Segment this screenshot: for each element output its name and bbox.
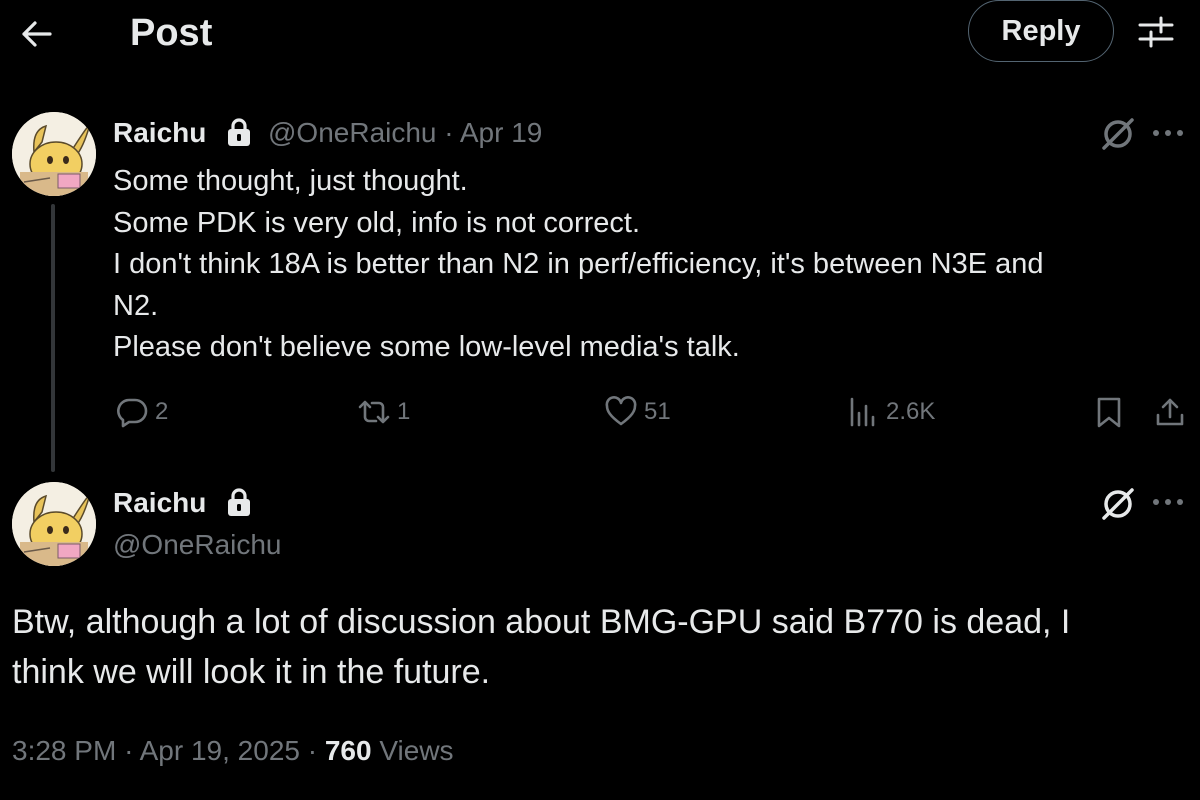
grok-icon[interactable] (1098, 484, 1138, 524)
repost-count: 1 (397, 398, 411, 425)
comment-icon (117, 398, 148, 428)
post-text-line: Some PDK is very old, info is not correc… (113, 206, 641, 239)
author-name[interactable]: Raichu (113, 116, 206, 150)
post-time[interactable]: 3:28 PM (12, 735, 116, 766)
author-meta: @OneRaichu · Apr 19 (268, 116, 542, 150)
author-handle[interactable]: @OneRaichu (113, 528, 282, 562)
reply-count: 2 (155, 398, 169, 425)
reply-action[interactable]: 2 (115, 395, 168, 429)
views-count: 2.6K (886, 398, 936, 425)
separator-dot: · (444, 117, 460, 148)
bookmark-button[interactable] (1092, 395, 1132, 429)
author-name[interactable]: Raichu (113, 486, 206, 520)
bookmark-icon (1097, 397, 1121, 428)
post-text-line: I don't think 18A is better than N2 in p… (113, 248, 1044, 280)
separator-dot: · (124, 735, 140, 766)
post-text-line: Please don't believe some low-level medi… (113, 331, 740, 363)
author-handle[interactable]: @OneRaichu (268, 117, 437, 148)
page-title: Post (130, 12, 213, 54)
heart-icon (605, 396, 637, 426)
post-text: Some thought, just thought. Some PDK is … (113, 161, 1188, 369)
views-count[interactable]: 760 (325, 735, 372, 766)
thread-line (51, 204, 55, 472)
avatar[interactable] (12, 112, 96, 196)
post-date[interactable]: Apr 19, 2025 (140, 735, 300, 766)
share-button[interactable] (1153, 395, 1193, 429)
views-label: Views (379, 735, 454, 766)
repost-action[interactable]: 1 (357, 395, 410, 429)
repost-icon (358, 400, 390, 424)
more-horizontal-icon[interactable] (1150, 123, 1186, 143)
avatar[interactable] (12, 482, 96, 566)
post-date[interactable]: Apr 19 (460, 117, 543, 148)
post-text-line: Some thought, just thought. (113, 165, 468, 197)
views-action[interactable]: 2.6K (846, 395, 935, 429)
lock-icon (226, 487, 252, 517)
post-text-line: think we will look it in the future. (12, 653, 491, 691)
like-count: 51 (644, 398, 671, 425)
post-text-line: N2. (113, 289, 159, 322)
separator-dot: · (307, 735, 325, 766)
share-icon (1156, 398, 1184, 426)
analytics-icon (850, 397, 875, 427)
grok-icon[interactable] (1098, 114, 1138, 154)
post-text-line: Btw, although a lot of discussion about … (12, 603, 1071, 641)
more-horizontal-icon[interactable] (1150, 492, 1186, 512)
post-text: Btw, although a lot of discussion about … (12, 597, 1182, 697)
sliders-icon[interactable] (1136, 12, 1176, 52)
lock-icon (226, 117, 252, 147)
like-action[interactable]: 51 (604, 395, 671, 429)
reply-button[interactable]: Reply (968, 0, 1114, 62)
post-timestamp: 3:28 PM · Apr 19, 2025 · 760 Views (12, 735, 454, 767)
back-arrow-icon[interactable] (16, 14, 56, 54)
